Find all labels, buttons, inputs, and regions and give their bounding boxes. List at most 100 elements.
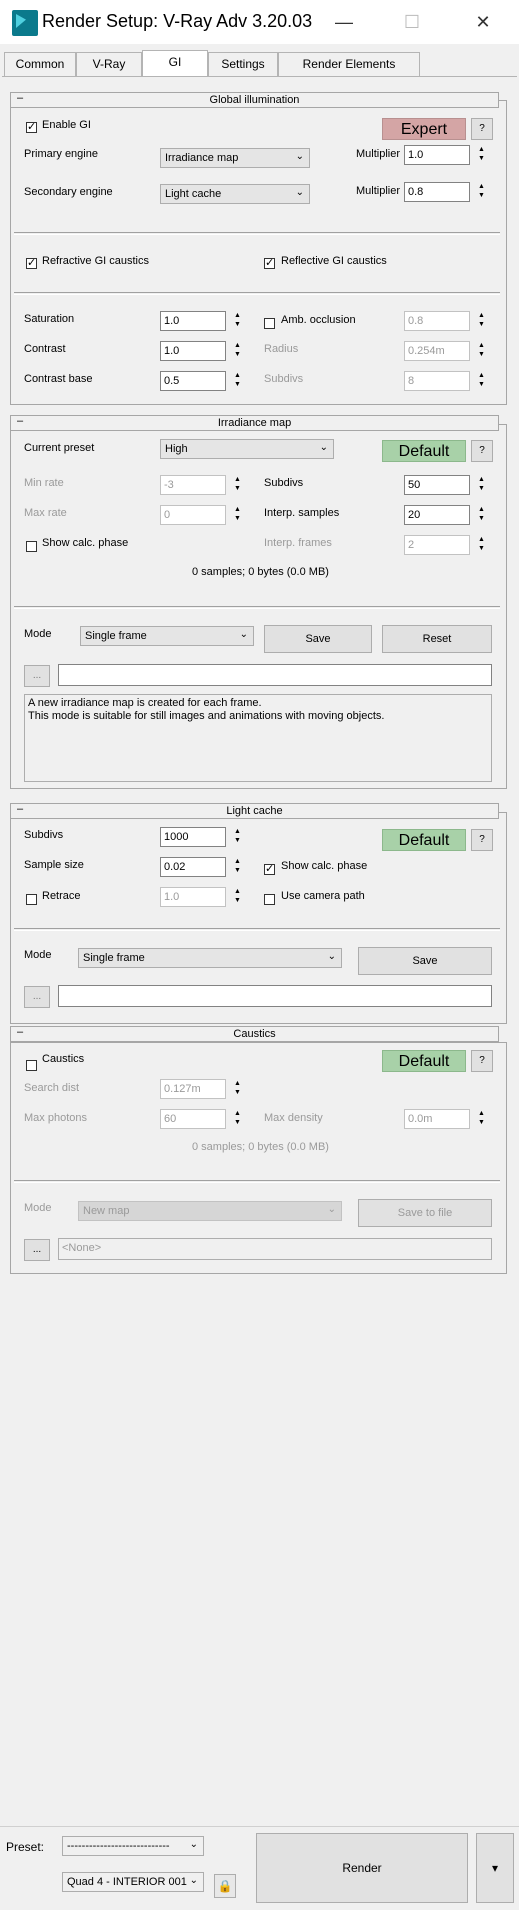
spinner-arrows-icon[interactable]: ▲ ▼: [232, 827, 243, 847]
max-rate-field[interactable]: 0: [160, 505, 226, 525]
lc-help-button[interactable]: ?: [471, 829, 493, 851]
spinner-arrows-icon[interactable]: ▲ ▼: [476, 182, 487, 202]
spinner-arrows-icon[interactable]: ▲ ▼: [232, 341, 243, 361]
enable-gi-checkbox[interactable]: [26, 120, 37, 133]
secondary-multiplier-field[interactable]: 0.8: [404, 182, 470, 202]
interp-samples-field[interactable]: 20: [404, 505, 470, 525]
radius-field[interactable]: 0.254m: [404, 341, 470, 361]
close-button[interactable]: ✕: [463, 8, 503, 36]
im-file-path-input[interactable]: [58, 664, 492, 686]
amb-occlusion-field[interactable]: 0.8: [404, 311, 470, 331]
irradiance-help-button[interactable]: ?: [471, 440, 493, 462]
irradiance-map-rollout[interactable]: Irradiance map: [10, 415, 499, 431]
spinner-arrows-icon[interactable]: ▲ ▼: [476, 341, 487, 361]
gi-help-button[interactable]: ?: [471, 118, 493, 140]
caustics-checkbox[interactable]: [26, 1060, 37, 1071]
im-save-button[interactable]: Save: [264, 625, 372, 653]
spinner-arrows-icon[interactable]: ▲ ▼: [232, 857, 243, 877]
im-mode-value: Single frame: [85, 630, 147, 642]
spinner-arrows-icon[interactable]: ▲ ▼: [476, 475, 487, 495]
saturation-field[interactable]: 1.0: [160, 311, 226, 331]
caustics-browse-button[interactable]: ...: [24, 1239, 50, 1261]
tab-common[interactable]: Common: [4, 52, 76, 76]
use-camera-path-checkbox[interactable]: [264, 894, 275, 905]
collapse-icon[interactable]: –: [17, 415, 23, 427]
refractive-caustics-checkbox[interactable]: [26, 256, 37, 269]
spinner-arrows-icon[interactable]: ▲ ▼: [232, 1079, 243, 1099]
caustics-mode-select[interactable]: New map ⌄: [78, 1201, 342, 1221]
retrace-field[interactable]: 1.0: [160, 887, 226, 907]
amb-occlusion-checkbox[interactable]: [264, 318, 275, 329]
primary-multiplier-field[interactable]: 1.0: [404, 145, 470, 165]
lc-default-button[interactable]: Default: [382, 829, 466, 851]
reflective-caustics-checkbox[interactable]: [264, 256, 275, 269]
collapse-icon[interactable]: –: [17, 92, 23, 104]
search-dist-field[interactable]: 0.127m: [160, 1079, 226, 1099]
spinner-arrows-icon[interactable]: ▲ ▼: [232, 505, 243, 525]
caustics-default-button[interactable]: Default: [382, 1050, 466, 1072]
global-illumination-rollout[interactable]: Global illumination: [10, 92, 499, 108]
lc-mode-select[interactable]: Single frame ⌄: [78, 948, 342, 968]
maximize-button[interactable]: ☐: [392, 8, 432, 36]
tab-gi[interactable]: GI: [142, 50, 208, 77]
light-cache-rollout[interactable]: Light cache: [10, 803, 499, 819]
tab-render-elements[interactable]: Render Elements: [278, 52, 420, 76]
spinner-arrows-icon[interactable]: ▲ ▼: [476, 371, 487, 391]
im-show-calc-phase-checkbox[interactable]: [26, 541, 37, 552]
spinner-arrows-icon[interactable]: ▲ ▼: [476, 145, 487, 165]
view-select[interactable]: Quad 4 - INTERIOR 001 ⌄: [62, 1872, 204, 1892]
spinner-arrows-icon[interactable]: ▲ ▼: [232, 311, 243, 331]
spinner-arrows-icon[interactable]: ▲ ▼: [232, 371, 243, 391]
caustics-file-path-input[interactable]: <None>: [58, 1238, 492, 1260]
im-subdivs-field[interactable]: 50: [404, 475, 470, 495]
spinner-arrows-icon[interactable]: ▲ ▼: [232, 1109, 243, 1129]
preset-select[interactable]: ---------------------------- ⌄: [62, 1836, 204, 1856]
retrace-checkbox[interactable]: [26, 894, 37, 905]
caustics-help-button[interactable]: ?: [471, 1050, 493, 1072]
expert-button[interactable]: Expert: [382, 118, 466, 140]
irradiance-default-button[interactable]: Default: [382, 440, 466, 462]
im-browse-button[interactable]: ...: [24, 665, 50, 687]
rollout-title: Caustics: [233, 1028, 276, 1040]
current-preset-select[interactable]: High ⌄: [160, 439, 334, 459]
save-to-file-button[interactable]: Save to file: [358, 1199, 492, 1227]
tab-vray[interactable]: V-Ray: [76, 52, 142, 76]
im-mode-label: Mode: [24, 628, 52, 640]
primary-engine-select[interactable]: Irradiance map ⌄: [160, 148, 310, 168]
secondary-engine-select[interactable]: Light cache ⌄: [160, 184, 310, 204]
rollout-title: Global illumination: [209, 94, 300, 106]
contrast-field[interactable]: 1.0: [160, 341, 226, 361]
caustics-rollout[interactable]: Caustics: [10, 1026, 499, 1042]
max-density-field[interactable]: 0.0m: [404, 1109, 470, 1129]
collapse-icon[interactable]: –: [17, 803, 23, 815]
max-photons-field[interactable]: 60: [160, 1109, 226, 1129]
collapse-icon[interactable]: –: [17, 1026, 23, 1038]
sample-size-field[interactable]: 0.02: [160, 857, 226, 877]
im-mode-select[interactable]: Single frame ⌄: [80, 626, 254, 646]
spinner-arrows-icon[interactable]: ▲ ▼: [476, 1109, 487, 1129]
lock-icon[interactable]: 🔒: [214, 1874, 236, 1898]
lc-browse-button[interactable]: ...: [24, 986, 50, 1008]
tab-settings[interactable]: Settings: [208, 52, 278, 76]
spinner-arrows-icon[interactable]: ▲ ▼: [476, 311, 487, 331]
lc-save-button[interactable]: Save: [358, 947, 492, 975]
minimize-button[interactable]: —: [324, 8, 364, 36]
interp-frames-label: Interp. frames: [264, 537, 332, 549]
spinner-arrows-icon[interactable]: ▲ ▼: [232, 475, 243, 495]
render-dropdown-button[interactable]: ▾: [476, 1833, 514, 1903]
reflective-caustics-label: Reflective GI caustics: [281, 255, 387, 267]
spinner-arrows-icon[interactable]: ▲ ▼: [232, 887, 243, 907]
im-show-calc-phase-label: Show calc. phase: [42, 537, 129, 549]
interp-frames-field[interactable]: 2: [404, 535, 470, 555]
render-button[interactable]: Render: [256, 1833, 468, 1903]
spinner-arrows-icon[interactable]: ▲ ▼: [476, 535, 487, 555]
view-value: Quad 4 - INTERIOR 001: [67, 1876, 187, 1888]
min-rate-field[interactable]: -3: [160, 475, 226, 495]
im-reset-button[interactable]: Reset: [382, 625, 492, 653]
lc-file-path-input[interactable]: [58, 985, 492, 1007]
lc-show-calc-phase-checkbox[interactable]: [264, 862, 275, 875]
spinner-arrows-icon[interactable]: ▲ ▼: [476, 505, 487, 525]
lc-subdivs-field[interactable]: 1000: [160, 827, 226, 847]
contrast-base-field[interactable]: 0.5: [160, 371, 226, 391]
ao-subdivs-field[interactable]: 8: [404, 371, 470, 391]
